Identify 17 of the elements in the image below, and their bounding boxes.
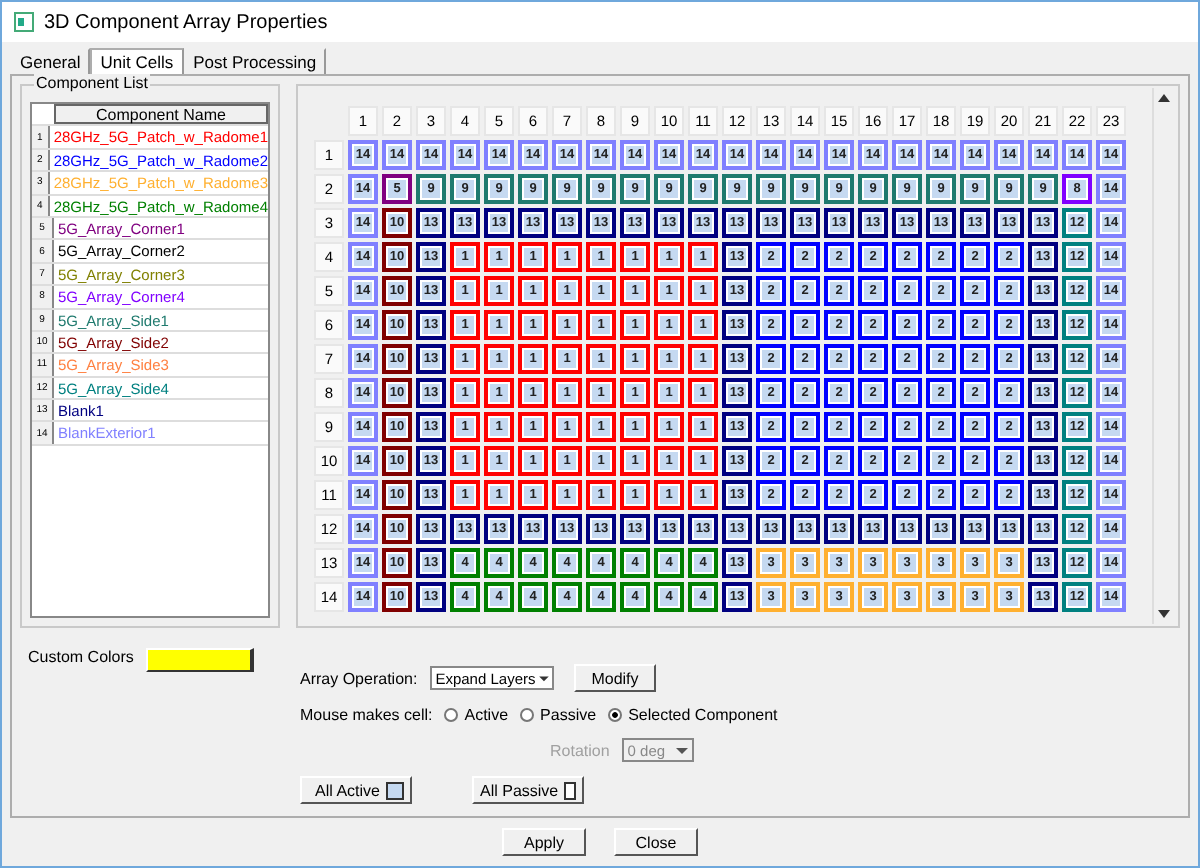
set-all-button[interactable]: All Passive bbox=[472, 776, 584, 804]
mouse-makes-cell-label: Mouse makes cell: bbox=[300, 706, 433, 724]
tab[interactable]: Unit Cells bbox=[90, 48, 184, 74]
column-header: Component Name bbox=[54, 104, 268, 125]
radio-option[interactable]: Passive bbox=[520, 706, 597, 724]
group-title: Component List bbox=[34, 74, 151, 92]
radio-label: Active bbox=[464, 706, 509, 724]
set-all-button[interactable]: All Active bbox=[300, 776, 412, 804]
radio-option[interactable]: Active bbox=[444, 706, 509, 724]
modify-button[interactable]: Modify bbox=[573, 664, 657, 692]
array-operation-label: Array Operation: bbox=[300, 669, 418, 687]
dialog-button[interactable]: Close bbox=[614, 828, 698, 856]
custom-colors-label: Custom Colors bbox=[28, 648, 134, 666]
radio-label: Passive bbox=[540, 706, 597, 724]
rotation-label: Rotation bbox=[550, 741, 610, 759]
window-title: 3D Component Array Properties bbox=[44, 11, 328, 33]
dialog-button[interactable]: Apply bbox=[502, 828, 586, 856]
